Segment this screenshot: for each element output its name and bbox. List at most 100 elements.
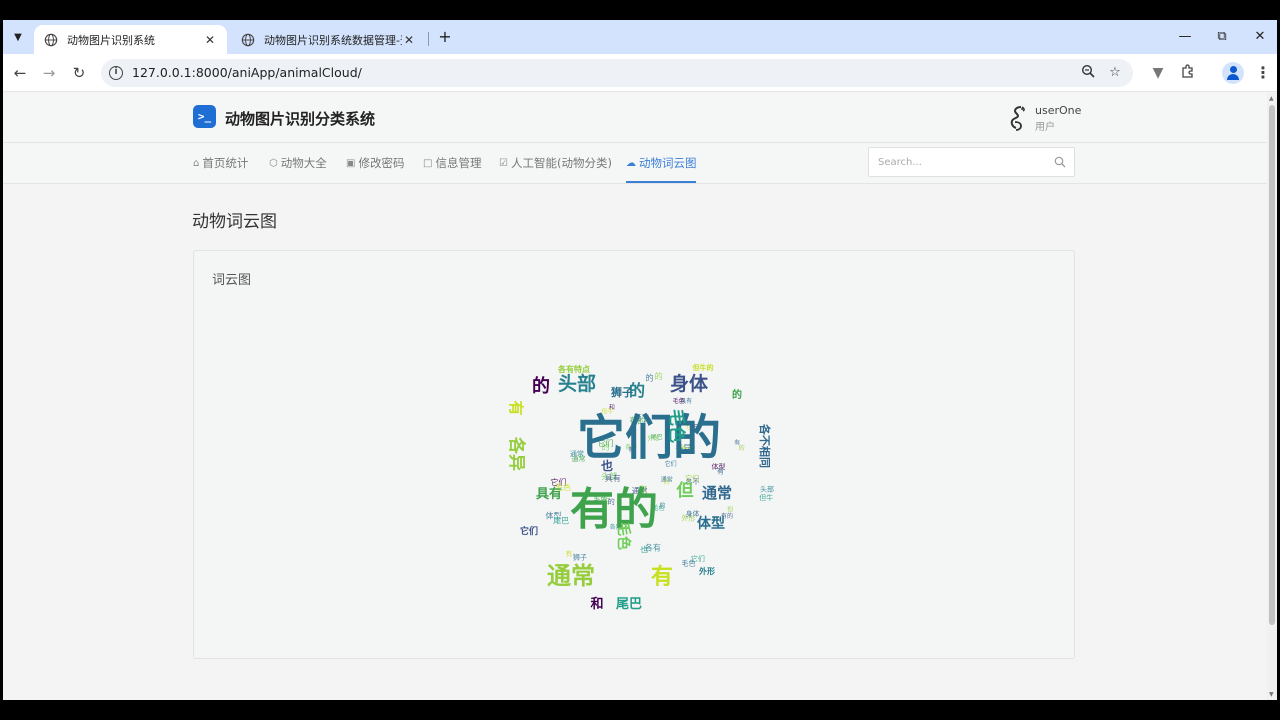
wordcloud-word: 的 — [732, 388, 742, 401]
wordcloud-filler-word: 头部 — [760, 485, 774, 494]
tab-title: 动物图片识别系统数据管理-登录 — [264, 33, 402, 47]
globe-icon — [44, 33, 58, 46]
new-tab-icon[interactable]: + — [435, 27, 455, 47]
wordcloud-filler-word: 的 — [646, 373, 654, 383]
wordcloud-word: 但牛的 — [692, 363, 714, 372]
wordcloud-filler-word: 毛色 — [673, 397, 685, 405]
browser-menu-icon[interactable]: ⋮ — [1255, 63, 1271, 83]
tab-divider — [428, 32, 429, 46]
nav-item-word-cloud[interactable]: ☁ 动物词云图 — [626, 155, 697, 171]
scroll-up-icon[interactable]: ▲ — [1269, 95, 1274, 102]
word-cloud-image: 它们毛色的的通常通常和但牛头部具有毛色它们的有狮子有的但也各有有体型尾巴外形身体… — [506, 363, 774, 612]
extension-v-icon[interactable]: ▼ — [1148, 63, 1168, 83]
window-close-icon[interactable]: ✕ — [1245, 26, 1275, 48]
user-role: 用户 — [1035, 122, 1055, 133]
wordcloud-word: 但 — [677, 480, 694, 501]
card-title: 词云图 — [212, 273, 252, 288]
wordcloud-word: 各有特点 — [557, 364, 590, 374]
tab-inactive[interactable]: 动物图片识别系统数据管理-登录 ✕ — [231, 25, 426, 54]
scroll-down-icon[interactable]: ▼ — [1269, 691, 1274, 698]
file-icon: □ — [423, 157, 433, 169]
cloud-icon: ☁ — [626, 157, 636, 169]
web-page: >_ 动物图片识别分类系统 userOne 用户 ⌂ 首页统计 ⬡ 动物大全 ▣… — [3, 93, 1267, 700]
wordcloud-word: 也 — [601, 458, 613, 473]
nav-label: 人工智能(动物分类) — [510, 156, 612, 170]
tab-active[interactable]: 动物图片识别系统 ✕ — [34, 25, 227, 54]
wordcloud-word: 的 — [532, 375, 550, 397]
wordcloud-filler-word: 但牛 — [759, 493, 773, 502]
browser-window: ▼ 动物图片识别系统 ✕ 动物图片识别系统数据管理-登录 ✕ — [3, 20, 1277, 700]
profile-avatar-icon[interactable] — [1222, 62, 1244, 84]
home-icon: ⌂ — [193, 157, 200, 169]
wordcloud-word: 毛色 — [666, 409, 687, 443]
checkbox-icon: ☑ — [499, 157, 508, 169]
forward-arrow-icon[interactable]: → — [38, 62, 60, 84]
wordcloud-filler-word: 通常 — [661, 475, 673, 483]
site-info-icon[interactable]: i — [109, 66, 123, 80]
wordcloud-filler-word: 但 — [727, 506, 733, 514]
browser-toolbar: ← → ↻ i 127.0.0.1:8000/aniApp/animalClou… — [3, 54, 1277, 92]
close-icon[interactable]: ✕ — [203, 33, 217, 47]
user-name[interactable]: userOne — [1035, 104, 1081, 117]
wordcloud-filler-word: 具有 — [605, 473, 621, 483]
user-avatar[interactable] — [1006, 104, 1028, 132]
tab-search-chevron-icon[interactable]: ▼ — [8, 26, 28, 48]
wordcloud-word: 通常 — [702, 484, 732, 502]
wordcloud-filler-word: 狮子 — [573, 553, 587, 561]
active-nav-indicator — [626, 181, 696, 183]
wordcloud-word: 各不相同 — [758, 423, 772, 468]
wordcloud-word: 通常 — [547, 562, 595, 590]
back-arrow-icon[interactable]: ← — [9, 62, 31, 84]
search-icon[interactable] — [1054, 156, 1066, 168]
terminal-logo-icon[interactable]: >_ — [193, 105, 216, 128]
cube-icon: ⬡ — [269, 157, 278, 169]
wordcloud-word: 头部 — [558, 372, 596, 395]
site-header: >_ 动物图片识别分类系统 userOne 用户 — [3, 93, 1267, 143]
main-nav: ⌂ 首页统计 ⬡ 动物大全 ▣ 修改密码 □ 信息管理 ☑ 人工智能(动物分类)… — [3, 143, 1267, 184]
nav-item-ai-classification[interactable]: ☑ 人工智能(动物分类) — [499, 155, 612, 171]
restore-icon[interactable]: ⧉ — [1207, 26, 1237, 48]
wordcloud-filler-word: 有 — [565, 549, 572, 558]
wordcloud-word: 有 — [651, 564, 673, 590]
nav-item-change-password[interactable]: ▣ 修改密码 — [346, 155, 404, 171]
scrollbar-thumb[interactable] — [1269, 105, 1275, 625]
minimize-icon[interactable]: — — [1170, 26, 1200, 48]
tab-title: 动物图片识别系统 — [67, 33, 155, 47]
nav-item-info-management[interactable]: □ 信息管理 — [423, 155, 481, 171]
nav-item-animal-encyclopedia[interactable]: ⬡ 动物大全 — [269, 155, 327, 171]
nav-item-home-stats[interactable]: ⌂ 首页统计 — [193, 155, 248, 171]
zoom-icon[interactable] — [1079, 64, 1097, 82]
screen-bottom-bar — [0, 700, 1280, 720]
wordcloud-word: 尾巴 — [616, 597, 642, 612]
reload-icon[interactable]: ↻ — [68, 62, 90, 84]
wordcloud-word: 有 — [507, 400, 525, 415]
wordcloud-word: 体型 — [697, 515, 725, 532]
wordcloud-filler-word: 的 — [655, 371, 663, 381]
wordcloud-word: 具有 — [536, 486, 562, 502]
site-title[interactable]: 动物图片识别分类系统 — [225, 108, 375, 129]
wordcloud-word: 各异 — [506, 436, 527, 471]
address-bar[interactable]: i 127.0.0.1:8000/aniApp/animalCloud/ ☆ — [101, 59, 1133, 87]
wordcloud-filler-word: 它们 — [691, 554, 705, 563]
page-scrollbar[interactable]: ▲ ▼ — [1267, 93, 1277, 700]
globe-icon — [241, 33, 255, 46]
extensions-puzzle-icon[interactable] — [1178, 63, 1198, 83]
search-input[interactable] — [869, 148, 1049, 176]
lock-icon: ▣ — [346, 157, 356, 169]
search-box[interactable] — [868, 147, 1075, 177]
close-icon[interactable]: ✕ — [402, 33, 416, 47]
wordcloud-filler-word: 各有 — [645, 542, 661, 552]
screen: ▼ 动物图片识别系统 ✕ 动物图片识别系统数据管理-登录 ✕ — [0, 0, 1280, 720]
wordcloud-word: 狮子 — [610, 385, 633, 399]
wordcloud-word: 和 — [590, 596, 603, 612]
wordcloud-word: 外形 — [699, 566, 715, 576]
url-text[interactable]: 127.0.0.1:8000/aniApp/animalCloud/ — [132, 65, 362, 80]
wordcloud-filler-word: 的 — [660, 501, 666, 509]
tab-strip: ▼ 动物图片识别系统 ✕ 动物图片识别系统数据管理-登录 ✕ — [3, 20, 1277, 54]
nav-label: 动物大全 — [280, 156, 327, 170]
nav-label: 首页统计 — [202, 156, 249, 170]
nav-label: 动物词云图 — [639, 156, 697, 170]
bookmark-star-icon[interactable]: ☆ — [1106, 64, 1124, 82]
wordcloud-filler-word: 有 — [734, 438, 740, 446]
wordcloud-word: 毛色 — [615, 522, 632, 550]
